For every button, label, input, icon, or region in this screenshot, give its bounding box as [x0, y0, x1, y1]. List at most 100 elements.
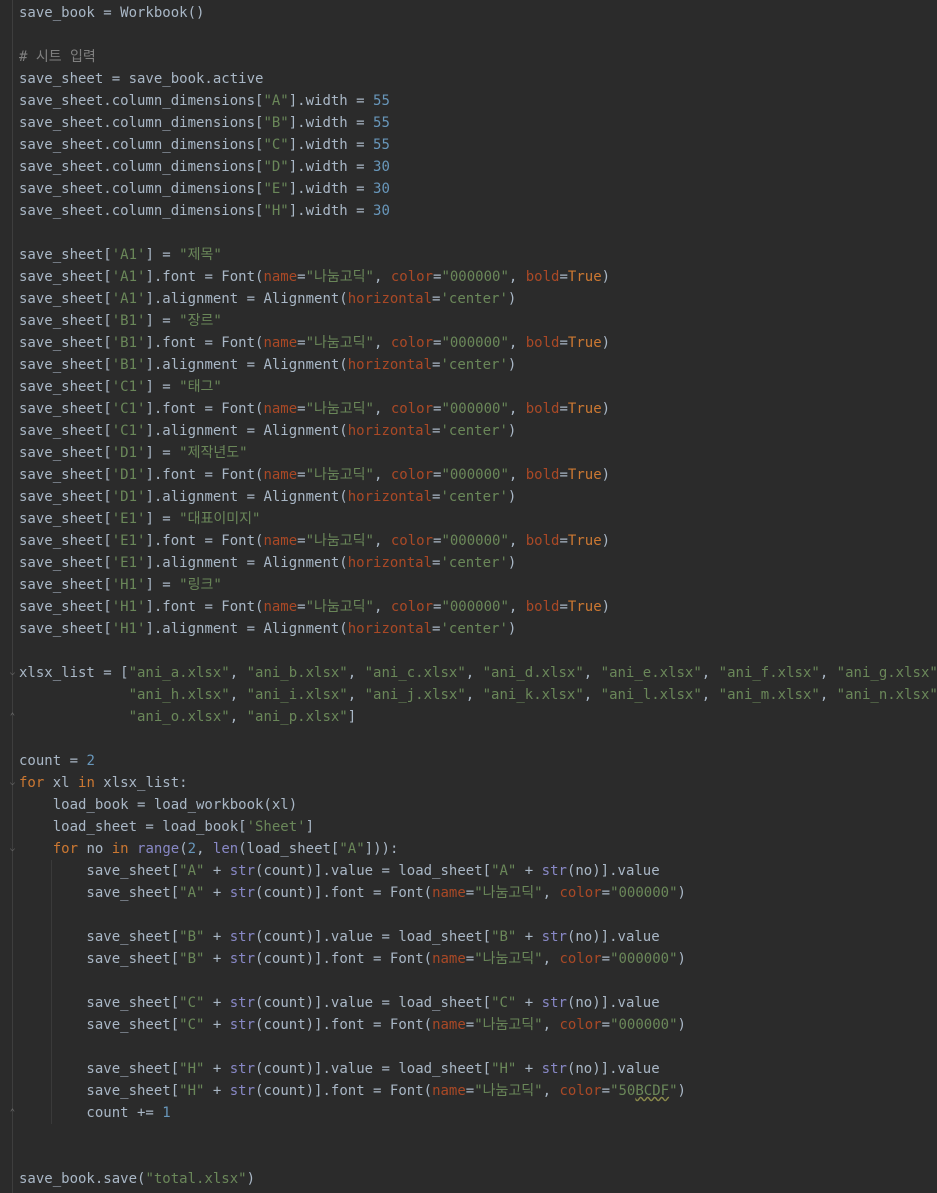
code-line[interactable]: [0, 1124, 937, 1146]
code-token: "C": [179, 995, 205, 1011]
code-token: "ani_k.xlsx": [482, 687, 584, 703]
code-line[interactable]: [0, 222, 937, 244]
code-line[interactable]: save_sheet['C1'].alignment = Alignment(h…: [0, 420, 937, 442]
code-line[interactable]: save_sheet['A1'] = "제목": [0, 244, 937, 266]
indent-guide: [51, 882, 52, 904]
code-line[interactable]: save_sheet["H" + str(count)].value = loa…: [0, 1058, 937, 1080]
fold-open-icon[interactable]: ⌵: [8, 668, 17, 678]
code-line[interactable]: # 시트 입력: [0, 46, 937, 68]
code-token: 'C1': [111, 423, 146, 439]
code-line[interactable]: save_sheet.column_dimensions["B"].width …: [0, 112, 937, 134]
code-line[interactable]: save_sheet['A1'].alignment = Alignment(h…: [0, 288, 937, 310]
fold-open-icon[interactable]: ⌵: [8, 778, 17, 788]
code-line[interactable]: save_sheet['H1'].font = Font(name="나눔고딕"…: [0, 596, 937, 618]
code-token: "ani_p.xlsx": [246, 709, 348, 725]
code-token: 'center': [440, 489, 508, 505]
code-token: name: [263, 599, 298, 615]
code-line[interactable]: save_sheet["H" + str(count)].font = Font…: [0, 1080, 937, 1102]
code-token: save_sheet[: [19, 863, 180, 879]
code-line[interactable]: save_sheet['D1'].alignment = Alignment(h…: [0, 486, 937, 508]
code-line[interactable]: [0, 1036, 937, 1058]
fold-open-icon[interactable]: ⌵: [8, 844, 17, 854]
code-token: ": [669, 1083, 678, 1099]
code-token: in: [78, 775, 95, 791]
code-token: bold: [525, 467, 560, 483]
code-line[interactable]: ⌃ count += 1: [0, 1102, 937, 1124]
code-line[interactable]: save_book.save("total.xlsx"): [0, 1168, 937, 1190]
code-token: name: [432, 1017, 466, 1033]
code-line[interactable]: save_sheet["B" + str(count)].value = loa…: [0, 926, 937, 948]
code-token: ].font = Font(: [145, 533, 264, 549]
code-line[interactable]: save_sheet['B1'].font = Font(name="나눔고딕"…: [0, 332, 937, 354]
code-line[interactable]: [0, 970, 937, 992]
fold-close-icon[interactable]: ⌃: [8, 1108, 17, 1118]
code-line[interactable]: [0, 904, 937, 926]
code-line[interactable]: save_book = Workbook(): [0, 2, 937, 24]
code-line[interactable]: save_sheet.column_dimensions["H"].width …: [0, 200, 937, 222]
code-token: "ani_l.xlsx": [600, 687, 702, 703]
fold-close-icon[interactable]: ⌃: [8, 712, 17, 722]
code-line[interactable]: ⌵ for xl in xlsx_list:: [0, 772, 937, 794]
code-line[interactable]: save_sheet["B" + str(count)].font = Font…: [0, 948, 937, 970]
code-line[interactable]: save_sheet.column_dimensions["A"].width …: [0, 90, 937, 112]
code-token: =: [601, 1017, 611, 1033]
code-line[interactable]: [0, 728, 937, 750]
code-token: (count)].font = Font(: [255, 885, 433, 901]
code-editor[interactable]: save_book = Workbook() # 시트 입력 save_sheet …: [0, 2, 937, 1190]
code-line[interactable]: ⌃ "ani_o.xlsx", "ani_p.xlsx"]: [0, 706, 937, 728]
code-token: (count)].font = Font(: [255, 1083, 433, 1099]
code-line[interactable]: save_sheet["A" + str(count)].value = loa…: [0, 860, 937, 882]
code-line[interactable]: save_sheet['C1'].font = Font(name="나눔고딕"…: [0, 398, 937, 420]
code-line[interactable]: save_sheet['D1'].font = Font(name="나눔고딕"…: [0, 464, 937, 486]
code-line[interactable]: load_book = load_workbook(xl): [0, 794, 937, 816]
code-line[interactable]: save_sheet['H1'].alignment = Alignment(h…: [0, 618, 937, 640]
code-token: ,: [542, 1083, 560, 1099]
code-token: ,: [374, 533, 391, 549]
code-line[interactable]: ⌵ for no in range(2, len(load_sheet["A"]…: [0, 838, 937, 860]
code-token: name: [432, 885, 466, 901]
code-token: color: [559, 951, 602, 967]
code-token: save_sheet[: [19, 885, 180, 901]
code-line[interactable]: save_sheet['B1'].alignment = Alignment(h…: [0, 354, 937, 376]
code-line[interactable]: load_sheet = load_book['Sheet']: [0, 816, 937, 838]
code-line[interactable]: save_sheet['E1'].font = Font(name="나눔고딕"…: [0, 530, 937, 552]
code-line[interactable]: [0, 640, 937, 662]
code-line[interactable]: save_sheet["A" + str(count)].font = Font…: [0, 882, 937, 904]
code-token: (count)].value = load_sheet[: [255, 995, 492, 1011]
code-token: +: [204, 1017, 230, 1033]
code-line[interactable]: save_sheet['D1'] = "제작년도": [0, 442, 937, 464]
code-line[interactable]: [0, 24, 937, 46]
code-token: "ani_e.xlsx": [600, 665, 702, 681]
code-line[interactable]: save_sheet["C" + str(count)].font = Font…: [0, 1014, 937, 1036]
code-line[interactable]: save_sheet.column_dimensions["D"].width …: [0, 156, 937, 178]
code-token: True: [567, 401, 602, 417]
code-line[interactable]: save_sheet.column_dimensions["E"].width …: [0, 178, 937, 200]
code-line[interactable]: save_sheet['B1'] = "장르": [0, 310, 937, 332]
code-line[interactable]: "ani_h.xlsx", "ani_i.xlsx", "ani_j.xlsx"…: [0, 684, 937, 706]
code-token: (no)].value: [566, 863, 660, 879]
code-line[interactable]: save_sheet.column_dimensions["C"].width …: [0, 134, 937, 156]
code-token: "ani_n.xlsx": [836, 687, 937, 703]
code-line[interactable]: save_sheet['E1'].alignment = Alignment(h…: [0, 552, 937, 574]
code-line[interactable]: save_sheet = save_book.active: [0, 68, 937, 90]
code-line[interactable]: save_sheet['H1'] = "링크": [0, 574, 937, 596]
code-token: "C": [491, 995, 517, 1011]
code-token: name: [263, 467, 298, 483]
code-token: "000000": [441, 269, 509, 285]
code-token: =: [559, 467, 568, 483]
code-token: ,: [508, 533, 526, 549]
code-token: save_sheet[: [19, 577, 112, 593]
code-line[interactable]: count = 2: [0, 750, 937, 772]
code-token: 30: [373, 181, 390, 197]
code-line[interactable]: [0, 1146, 937, 1168]
code-token: =: [601, 885, 611, 901]
code-line[interactable]: save_sheet['A1'].font = Font(name="나눔고딕"…: [0, 266, 937, 288]
code-line[interactable]: save_sheet['E1'] = "대표이미지": [0, 508, 937, 530]
code-line[interactable]: ⌵ xlsx_list = ["ani_a.xlsx", "ani_b.xlsx"…: [0, 662, 937, 684]
code-line[interactable]: save_sheet['C1'] = "태그": [0, 376, 937, 398]
code-token: ,: [374, 599, 391, 615]
code-line[interactable]: save_sheet["C" + str(count)].value = loa…: [0, 992, 937, 1014]
code-token: ] =: [145, 313, 180, 329]
